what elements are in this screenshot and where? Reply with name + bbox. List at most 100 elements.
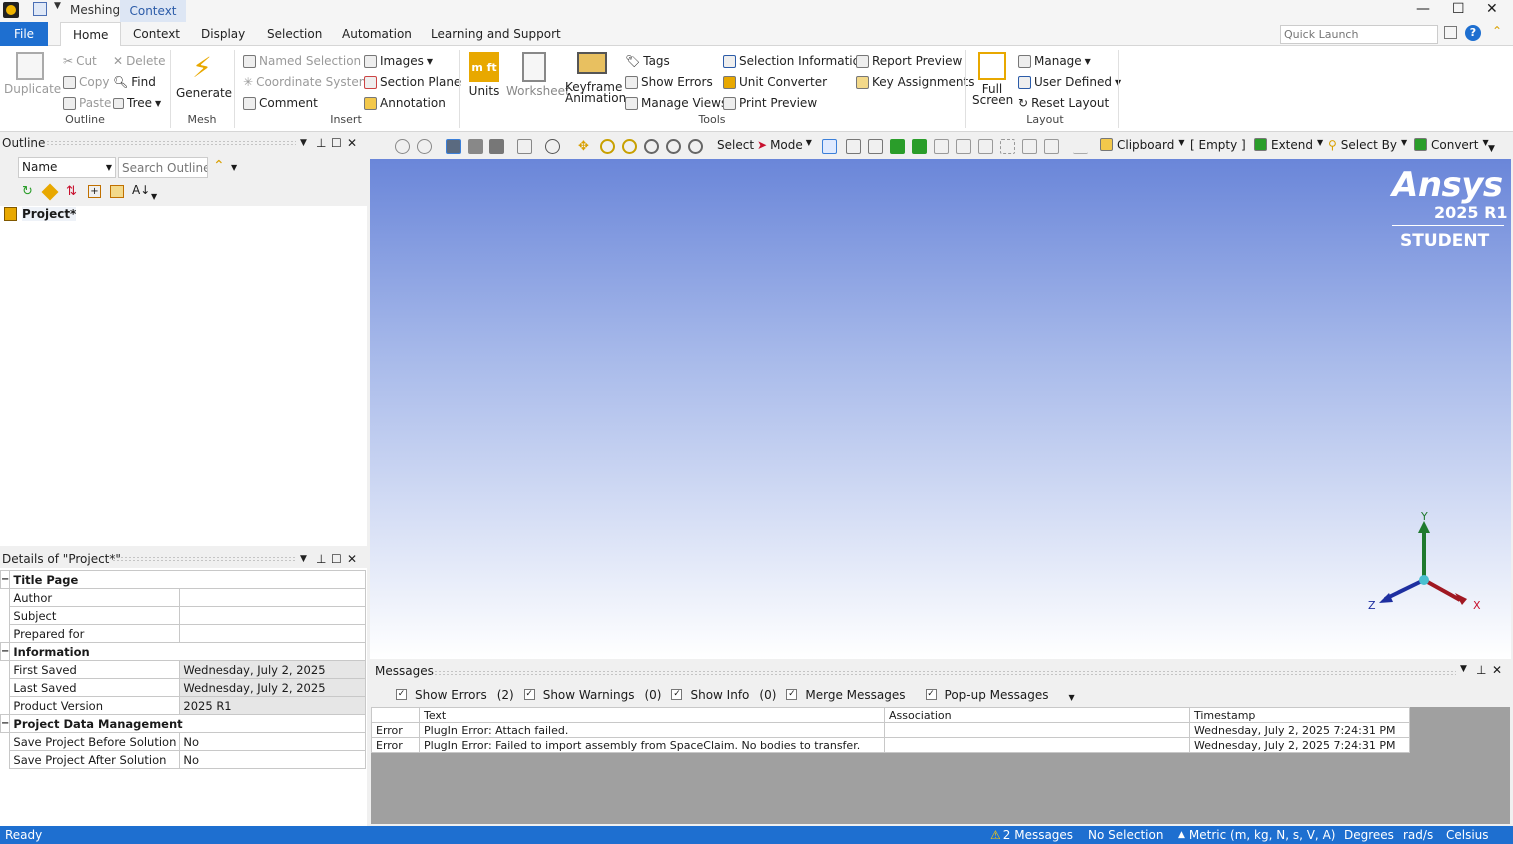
- collapse-ribbon-icon[interactable]: ⌃: [1492, 24, 1502, 38]
- collapse-icon[interactable]: −: [0, 642, 11, 661]
- details-value[interactable]: [179, 624, 366, 643]
- message-filter-checkbox[interactable]: ✓ Merge Messages: [786, 687, 915, 702]
- display-mode-icon[interactable]: [517, 139, 532, 154]
- feedback-icon[interactable]: [1444, 26, 1457, 39]
- cut-button[interactable]: ✂ Cut: [63, 54, 97, 68]
- tab-learning-support[interactable]: Learning and Support: [419, 22, 573, 46]
- manage-button[interactable]: Manage ▼: [1018, 54, 1091, 68]
- details-row[interactable]: Save Project Before Solution No: [0, 732, 366, 751]
- details-row[interactable]: Last Saved Wednesday, July 2, 2025: [0, 678, 366, 697]
- message-filter-checkbox[interactable]: ✓ Pop-up Messages: [925, 687, 1059, 702]
- details-row[interactable]: Author: [0, 588, 366, 607]
- status-messages[interactable]: ⚠ 2 Messages: [990, 826, 1073, 844]
- sort-alpha-icon[interactable]: A↓: [132, 183, 150, 197]
- find-button[interactable]: 🔍︎ Find: [113, 75, 156, 89]
- comment-button[interactable]: Comment: [243, 96, 318, 110]
- status-units[interactable]: ▲ Metric (m, kg, N, s, V, A): [1178, 826, 1335, 844]
- select-path-icon[interactable]: [1000, 139, 1015, 154]
- message-filter-checkbox[interactable]: ✓ Show Info (0): [671, 687, 776, 702]
- axis-triad[interactable]: Y X Z: [1365, 509, 1485, 619]
- select-node-icon[interactable]: [912, 139, 927, 154]
- folder-icon[interactable]: [110, 185, 124, 198]
- details-value[interactable]: [179, 588, 366, 607]
- ansys-app-icon[interactable]: [3, 2, 19, 18]
- details-row[interactable]: Subject: [0, 606, 366, 625]
- box-view-icon[interactable]: [468, 139, 483, 154]
- delete-button[interactable]: ✕ Delete: [113, 54, 166, 68]
- details-value[interactable]: 2025 R1: [179, 696, 366, 715]
- tab-context[interactable]: Context: [121, 22, 192, 46]
- checkbox-icon[interactable]: ✓: [786, 689, 798, 700]
- search-dropdown-icon[interactable]: ▼: [231, 163, 237, 172]
- name-filter-select[interactable]: Name ▼: [18, 157, 116, 178]
- manage-views-button[interactable]: Manage Views: [625, 96, 727, 110]
- pin-icon[interactable]: ⊥: [316, 134, 326, 152]
- expand-all-icon[interactable]: +: [88, 185, 101, 198]
- box-zoom-icon[interactable]: [622, 139, 637, 154]
- details-section[interactable]: − Information: [0, 642, 366, 661]
- paste-button[interactable]: Paste: [63, 96, 111, 110]
- tags-button[interactable]: 🏷︎ Tags: [625, 54, 670, 68]
- images-button[interactable]: Images ▼: [364, 54, 433, 68]
- details-row[interactable]: Save Project After Solution No: [0, 750, 366, 769]
- worksheet-button[interactable]: Worksheet: [506, 52, 570, 97]
- print-preview-button[interactable]: Print Preview: [723, 96, 817, 110]
- select-expand-icon[interactable]: [1044, 139, 1059, 154]
- key-assignments-button[interactable]: Key Assignments: [856, 75, 974, 89]
- maximize-button[interactable]: ☐: [1452, 1, 1465, 17]
- full-screen-button[interactable]: Full Screen: [972, 52, 1013, 106]
- pin-icon[interactable]: ⊥: [316, 550, 326, 568]
- checkbox-icon[interactable]: ✓: [671, 689, 683, 700]
- extend-button[interactable]: Extend ▼: [1254, 138, 1323, 152]
- filters-dropdown-icon[interactable]: ▼: [1069, 693, 1075, 702]
- column-header[interactable]: Association: [884, 707, 1190, 723]
- panel-menu-icon[interactable]: ▼: [300, 134, 307, 152]
- collapse-icon[interactable]: −: [0, 714, 11, 733]
- annotation-button[interactable]: Annotation: [364, 96, 446, 110]
- zoom-in-icon[interactable]: [417, 139, 432, 154]
- tab-file[interactable]: File: [0, 22, 48, 46]
- report-preview-button[interactable]: Report Preview: [856, 54, 962, 68]
- details-value[interactable]: No: [179, 732, 366, 751]
- panel-close-icon[interactable]: ✕: [1492, 663, 1502, 677]
- checkbox-icon[interactable]: ✓: [396, 689, 407, 700]
- convert-button[interactable]: Convert ▼: [1414, 138, 1489, 152]
- tab-home[interactable]: Home: [60, 22, 122, 47]
- save-icon[interactable]: [33, 2, 47, 16]
- units-button[interactable]: m ft Units: [464, 52, 504, 97]
- select-element-icon[interactable]: [956, 139, 971, 154]
- help-icon[interactable]: ?: [1465, 25, 1481, 41]
- select-body-icon[interactable]: [890, 139, 905, 154]
- section-plane-button[interactable]: Section Plane: [364, 75, 461, 89]
- sort-dropdown-icon[interactable]: ▼: [151, 192, 157, 201]
- graphics-viewport[interactable]: Ansys 2025 R1 STUDENT Y X Z: [370, 159, 1511, 659]
- select-edge-icon[interactable]: [846, 139, 861, 154]
- status-degrees[interactable]: Degrees: [1344, 826, 1394, 844]
- quick-launch-input[interactable]: [1280, 25, 1438, 44]
- zoom-out-icon[interactable]: [395, 139, 410, 154]
- column-header[interactable]: Timestamp: [1189, 707, 1410, 723]
- user-defined-button[interactable]: User Defined▼: [1018, 75, 1121, 89]
- mode-button[interactable]: ➤ Mode ▼: [757, 138, 812, 152]
- details-section[interactable]: − Project Data Management: [0, 714, 366, 733]
- panel-close-icon[interactable]: ✕: [347, 550, 357, 568]
- message-row[interactable]: Error PlugIn Error: Failed to import asse…: [371, 737, 1410, 753]
- details-row[interactable]: Prepared for: [0, 624, 366, 643]
- search-outline-input[interactable]: [118, 157, 208, 178]
- pan-icon[interactable]: ✥: [578, 139, 593, 154]
- tab-selection[interactable]: Selection: [255, 22, 334, 46]
- keyframe-animation-button[interactable]: Keyframe Animation: [565, 52, 626, 104]
- coordinate-system-button[interactable]: ✳ Coordinate System: [243, 75, 370, 89]
- zoom-fit-icon[interactable]: [644, 139, 659, 154]
- details-value[interactable]: No: [179, 750, 366, 769]
- panel-close-icon[interactable]: ✕: [347, 134, 357, 152]
- select-surface-icon[interactable]: [1022, 139, 1037, 154]
- generate-button[interactable]: ⚡ Generate: [176, 52, 232, 100]
- collapse-icon[interactable]: −: [0, 570, 11, 589]
- details-value[interactable]: [179, 606, 366, 625]
- message-filter-checkbox[interactable]: ✓ Show Warnings (0): [523, 687, 661, 702]
- message-filter-checkbox[interactable]: ✓ Show Errors (2): [396, 687, 514, 702]
- context-tab-header[interactable]: Context: [120, 0, 186, 22]
- column-header[interactable]: [371, 707, 420, 723]
- message-row[interactable]: Error PlugIn Error: Attach failed. Wednesd…: [371, 722, 1410, 738]
